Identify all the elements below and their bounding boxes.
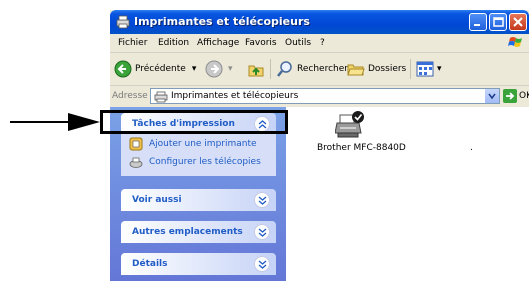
search-button[interactable]: Rechercher bbox=[276, 60, 348, 78]
explorer-window: Imprimantes et télécopieurs Fichier Edit… bbox=[110, 10, 529, 281]
toolbar-separator bbox=[410, 59, 411, 79]
go-arrow-icon bbox=[503, 89, 517, 103]
menu-favoris[interactable]: Favoris bbox=[245, 38, 277, 48]
chevron-down-icon bbox=[488, 93, 496, 100]
address-bar: Adresse Imprimantes et télécopieurs OK bbox=[110, 86, 529, 107]
add-printer-label: Ajouter une imprimante bbox=[149, 139, 257, 149]
windows-flag-icon bbox=[508, 37, 522, 47]
callout-box bbox=[100, 110, 288, 134]
views-dropdown-icon[interactable]: ▾ bbox=[437, 64, 442, 74]
other-places-title: Autres emplacements bbox=[132, 227, 243, 237]
folders-icon bbox=[347, 64, 365, 76]
chevron-down-icon bbox=[258, 260, 267, 269]
back-arrow-icon bbox=[114, 60, 132, 78]
menu-outils[interactable]: Outils bbox=[285, 38, 311, 48]
up-button[interactable] bbox=[247, 60, 268, 78]
back-button[interactable]: Précédente ▾ bbox=[114, 60, 196, 78]
address-label: Adresse bbox=[112, 91, 148, 101]
search-icon bbox=[277, 61, 292, 77]
see-also-title: Voir aussi bbox=[132, 195, 182, 205]
configure-fax-link[interactable]: Configurer les télécopies bbox=[129, 155, 261, 169]
forward-dropdown-icon[interactable]: ▾ bbox=[228, 64, 233, 74]
close-button[interactable] bbox=[509, 13, 527, 31]
window-title: Imprimantes et télécopieurs bbox=[134, 15, 310, 28]
search-label: Rechercher bbox=[297, 64, 348, 74]
views-icon bbox=[416, 61, 434, 77]
expand-button[interactable] bbox=[254, 224, 270, 240]
toolbar-separator bbox=[270, 59, 271, 79]
printer-folder-icon bbox=[116, 15, 130, 29]
printer-name[interactable]: Brother MFC-8840D bbox=[317, 143, 406, 153]
add-printer-link[interactable]: Ajouter une imprimante bbox=[129, 137, 257, 151]
folders-button[interactable]: Dossiers bbox=[347, 60, 406, 78]
toolbar: Précédente ▾ ▾ Rechercher Dossiers ▾ bbox=[110, 53, 529, 86]
printer-extra: . bbox=[470, 143, 473, 153]
go-button[interactable]: OK bbox=[503, 89, 529, 103]
address-value: Imprimantes et télécopieurs bbox=[171, 91, 299, 101]
close-icon bbox=[513, 17, 523, 27]
printer-folder-icon bbox=[154, 91, 168, 103]
print-tasks-body: Ajouter une imprimante Configurer les té… bbox=[121, 131, 276, 176]
views-button[interactable]: ▾ bbox=[416, 60, 442, 78]
details-title: Détails bbox=[132, 259, 168, 269]
menu-edition[interactable]: Edition bbox=[158, 38, 189, 48]
configure-fax-label: Configurer les télécopies bbox=[149, 157, 261, 167]
back-dropdown-icon[interactable]: ▾ bbox=[192, 64, 197, 74]
menu-affichage[interactable]: Affichage bbox=[197, 38, 239, 48]
go-label: OK bbox=[519, 91, 529, 101]
see-also-header[interactable]: Voir aussi bbox=[121, 189, 276, 211]
fax-icon bbox=[129, 157, 143, 168]
folders-label: Dossiers bbox=[368, 64, 407, 74]
menu-help[interactable]: ? bbox=[320, 38, 325, 48]
folder-up-icon bbox=[248, 65, 264, 77]
details-header[interactable]: Détails bbox=[121, 253, 276, 275]
back-label: Précédente bbox=[135, 64, 186, 74]
add-printer-icon bbox=[129, 137, 143, 151]
menu-bar: Fichier Edition Affichage Favoris Outils… bbox=[110, 34, 529, 53]
forward-arrow-icon bbox=[205, 60, 223, 78]
other-places-header[interactable]: Autres emplacements bbox=[121, 221, 276, 243]
expand-button[interactable] bbox=[254, 192, 270, 208]
chevron-down-icon bbox=[258, 196, 267, 205]
expand-button[interactable] bbox=[254, 256, 270, 272]
forward-button[interactable]: ▾ bbox=[205, 60, 233, 78]
printer-icon[interactable] bbox=[335, 111, 365, 141]
chevron-down-icon bbox=[258, 228, 267, 237]
maximize-icon bbox=[493, 17, 504, 27]
address-dropdown-button[interactable] bbox=[485, 89, 499, 103]
callout-arrow bbox=[10, 113, 100, 131]
minimize-button[interactable] bbox=[469, 13, 487, 31]
menu-fichier[interactable]: Fichier bbox=[118, 38, 147, 48]
title-bar[interactable]: Imprimantes et télécopieurs bbox=[110, 10, 529, 34]
address-input[interactable]: Imprimantes et télécopieurs bbox=[150, 88, 500, 104]
maximize-button[interactable] bbox=[489, 13, 507, 31]
minimize-icon bbox=[474, 24, 480, 26]
